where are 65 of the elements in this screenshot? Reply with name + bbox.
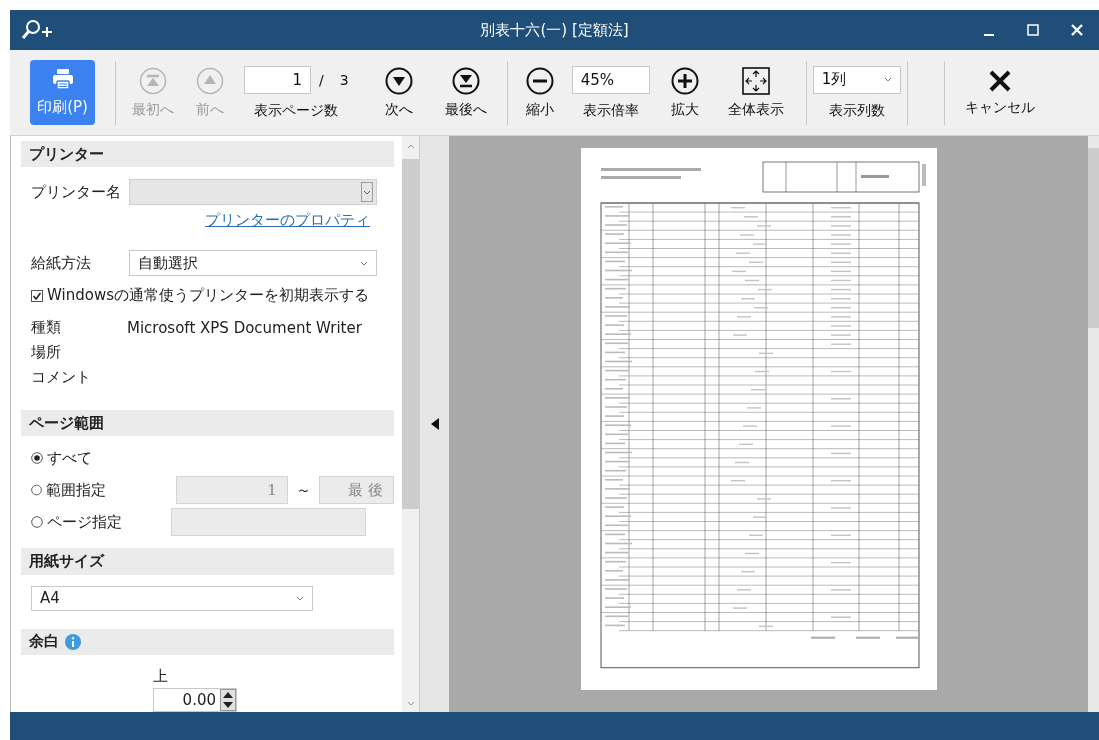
info-label: 場所 [31, 343, 62, 363]
previous-page-icon [196, 66, 224, 95]
collapse-arrow-icon[interactable] [430, 418, 439, 430]
zoom-label: 表示倍率 [582, 101, 639, 120]
zoom-in-icon [670, 66, 699, 95]
page-list-field[interactable] [171, 508, 366, 537]
info-label: コメント [31, 368, 92, 388]
spinner-arrows-icon [220, 689, 236, 711]
zoom-field[interactable]: 45% [571, 65, 650, 94]
section-heading: 余白 [29, 632, 59, 652]
zoom-in-magnifier-icon[interactable] [20, 18, 54, 42]
radio-button-icon[interactable] [31, 484, 43, 497]
maximize-icon [1027, 24, 1039, 36]
zoom-out-button[interactable]: 縮小 [517, 59, 562, 126]
scroll-down-icon[interactable] [406, 701, 415, 706]
chevron-down-icon [360, 260, 368, 266]
paper-source-label: 給紙方法 [31, 253, 92, 273]
info-label: 種類 [31, 318, 62, 338]
radio-button-icon[interactable] [31, 516, 43, 529]
top-margin-label: 上 [153, 667, 168, 686]
checkbox-label[interactable]: Windowsの通常使うプリンターを初期表示する [47, 286, 369, 306]
window-title: 別表十六(一) [定額法] [480, 20, 629, 39]
info-icon[interactable] [65, 633, 81, 650]
page-number-field[interactable]: 1 [244, 65, 311, 94]
last-page-button[interactable]: 最後へ [436, 59, 495, 126]
printer-properties-link[interactable]: プリンターのプロパティ [205, 211, 370, 231]
fit-page-button[interactable]: 全体表示 [719, 59, 792, 126]
scroll-up-icon[interactable] [406, 144, 415, 149]
info-value: Microsoft XPS Document Writer [127, 318, 362, 337]
columns-dropdown[interactable]: 1列 [812, 65, 901, 94]
section-heading: プリンター [29, 144, 104, 164]
close-icon [1070, 23, 1084, 37]
zoom-in-button[interactable]: 拡大 [659, 59, 710, 126]
printer-icon [51, 68, 74, 90]
section-heading: ページ範囲 [29, 413, 104, 433]
checkbox-icon[interactable] [31, 289, 43, 302]
radio-button-icon[interactable] [31, 452, 43, 465]
scrollbar-thumb[interactable] [402, 159, 419, 509]
paper-size-dropdown[interactable]: A4 [31, 585, 313, 611]
page-total: 3 [339, 71, 349, 88]
next-page-icon [384, 66, 413, 95]
zoom-out-icon [525, 66, 554, 95]
section-heading: 用紙サイズ [29, 551, 104, 571]
radio-option-label[interactable]: 範囲指定 [46, 480, 142, 500]
cancel-button[interactable]: キャンセル [954, 59, 1045, 126]
minimize-icon [984, 34, 994, 36]
print-button[interactable]: 印刷(P) [30, 60, 95, 125]
paper-source-dropdown[interactable]: 自動選択 [129, 250, 377, 277]
range-separator: ～ [295, 480, 311, 500]
radio-option-label[interactable]: すべて [47, 448, 151, 468]
page-count-label: 表示ページ数 [254, 101, 339, 120]
fit-page-icon [741, 66, 770, 95]
columns-label: 表示列数 [828, 101, 885, 120]
printer-name-label: プリンター名 [31, 182, 122, 202]
top-margin-spinner[interactable]: 0.00 [153, 688, 237, 712]
next-page-button[interactable]: 次へ [376, 59, 421, 126]
close-icon [987, 68, 1012, 93]
last-page-icon [451, 66, 480, 95]
first-page-icon [139, 66, 167, 95]
radio-option-label[interactable]: ページ指定 [47, 512, 151, 532]
page-separator: / [319, 71, 324, 88]
chevron-down-icon [296, 595, 304, 601]
chevron-down-icon [883, 77, 892, 82]
chevron-down-icon [361, 182, 373, 203]
scrollbar-thumb[interactable] [1088, 148, 1099, 328]
